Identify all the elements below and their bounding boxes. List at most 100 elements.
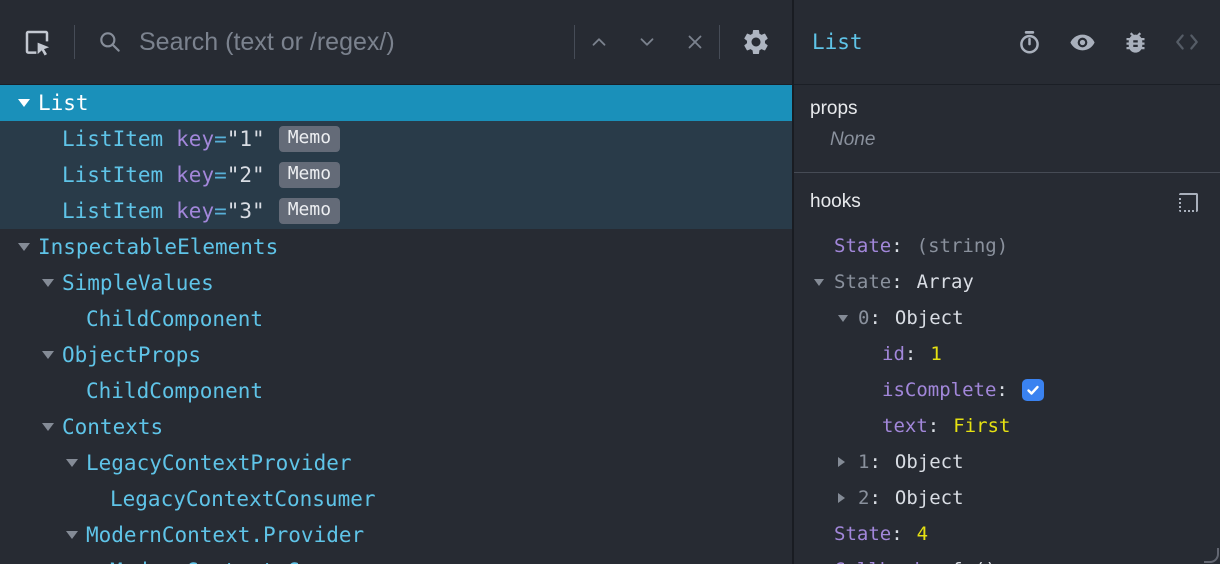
component-name: LegacyContextConsumer [110,487,376,511]
hook-row-state[interactable]: State: (string) [810,228,1204,264]
component-name: InspectableElements [38,235,279,259]
suspend-toggle-button[interactable] [1016,29,1043,56]
expand-caret-icon[interactable] [66,459,86,467]
hook-row-state[interactable]: State: Array [810,264,1204,300]
hook-row-state[interactable]: State:4 [810,516,1204,552]
memo-badge: Memo [278,125,341,153]
hook-value[interactable]: Object [895,451,964,473]
chevron-down-icon [636,31,658,53]
hook-name: State [834,235,892,257]
hook-value[interactable]: Array [917,271,974,293]
tree-node-simplevalues[interactable]: SimpleValues [0,265,792,301]
tree-node-legacycontextprovider[interactable]: LegacyContextProvider [0,445,792,481]
element-picker-icon [22,27,52,57]
key-attribute: key="3" [176,199,265,223]
expand-caret-icon[interactable] [18,99,38,107]
component-name: LegacyContextProvider [86,451,352,475]
tree-node-objectprops[interactable]: ObjectProps [0,337,792,373]
expand-caret-icon[interactable] [838,457,858,467]
expand-caret-icon[interactable] [838,315,858,322]
component-name: ObjectProps [62,343,202,367]
hook-name: isComplete [882,379,997,401]
expand-caret-icon[interactable] [42,279,62,287]
tree-node-moderncontext-provider[interactable]: ModernContext.Provider [0,517,792,553]
hook-row-0[interactable]: 0: Object [810,300,1204,336]
checkbox-checked[interactable] [1021,379,1044,401]
expand-caret-icon[interactable] [66,531,86,539]
hook-row-text[interactable]: text: First [810,408,1204,444]
bug-icon [1122,29,1149,56]
component-name: ChildComponent [86,379,264,403]
key-attribute: key="2" [176,163,265,187]
expand-caret-icon[interactable] [814,279,834,286]
memo-badge: Memo [278,197,341,225]
hook-name: 0 [858,307,870,329]
key-attribute: key="1" [176,127,265,151]
hook-row-2[interactable]: 2: Object [810,480,1204,516]
expand-caret-icon[interactable] [18,243,38,251]
search-clear-button[interactable] [671,18,719,66]
component-name: ModernContext.Provider [86,523,365,547]
chevron-up-icon [588,31,610,53]
hook-name: State [834,523,892,545]
components-tree-panel: List ListItem key="1" Memo ListItem key="2" Me… [0,0,792,564]
props-label: props [810,98,858,119]
tree-node-inspectableelements[interactable]: InspectableElements [0,229,792,265]
hook-row-iscomplete[interactable]: isComplete: [810,372,1204,408]
selected-component-title: List [812,30,863,54]
expand-caret-icon[interactable] [42,351,62,359]
hook-row-1[interactable]: 1: Object [810,444,1204,480]
hook-value[interactable]: 1 [930,343,941,365]
tree-node-listitem[interactable]: ListItem key="2" Memo [0,157,792,193]
hook-value[interactable]: Object [895,487,964,509]
hook-value[interactable]: 4 [917,523,928,545]
hook-name: id [882,343,905,365]
component-name: List [38,91,89,115]
memo-badge: Memo [278,161,341,189]
hooks-list: State: (string) State: Array 0: Object id:1 isC… [810,228,1204,564]
settings-button[interactable] [720,18,792,66]
component-name: ListItem [62,127,164,151]
tree-node-listitem[interactable]: ListItem key="1" Memo [0,121,792,157]
eye-icon [1068,28,1097,57]
hook-row-callback[interactable]: Callback:ƒ () [810,552,1204,564]
code-brackets-icon [1174,29,1200,55]
toolbar-divider [74,25,75,59]
expand-caret-icon[interactable] [838,493,858,503]
search-icon [97,29,123,55]
element-picker-button[interactable] [14,19,60,65]
react-devtools-window: List ListItem key="1" Memo ListItem key="2" Me… [0,0,1220,564]
hook-name: text [882,415,928,437]
component-name: ListItem [62,163,164,187]
tree-node-legacycontextconsumer[interactable]: LegacyContextConsumer [0,481,792,517]
component-name: ChildComponent [86,307,264,331]
hook-name: 2 [858,487,870,509]
inspect-dom-button[interactable] [1068,28,1097,57]
parse-hook-names-icon[interactable] [1179,192,1198,212]
props-empty-value: None [830,129,876,150]
hook-row-id[interactable]: id:1 [810,336,1204,372]
tree-node-childcomponent[interactable]: ChildComponent [0,373,792,409]
stopwatch-icon [1016,29,1043,56]
expand-caret-icon[interactable] [42,423,62,431]
tree-node-childcomponent[interactable]: ChildComponent [0,301,792,337]
view-source-button[interactable] [1174,29,1200,55]
search-next-button[interactable] [623,18,671,66]
tree-node-moderncontext-consumer[interactable]: ModernContext.Consumer [0,553,792,564]
component-name: ModernContext.Consumer [110,559,388,564]
log-to-console-button[interactable] [1122,29,1149,56]
tree-node-list[interactable]: List [0,85,792,121]
tree-node-contexts[interactable]: Contexts [0,409,792,445]
hook-value[interactable]: Object [895,307,964,329]
search-prev-button[interactable] [575,18,623,66]
close-icon [684,31,706,53]
hook-value[interactable]: (string) [917,235,1009,257]
hook-value[interactable]: First [953,415,1010,437]
hook-name: State [834,271,892,293]
hook-value[interactable]: ƒ () [951,559,997,564]
component-tree: List ListItem key="1" Memo ListItem key="2" Me… [0,85,792,564]
gear-icon [741,27,771,57]
tree-node-listitem[interactable]: ListItem key="3" Memo [0,193,792,229]
component-name: ListItem [62,199,164,223]
search-input[interactable] [137,26,574,58]
